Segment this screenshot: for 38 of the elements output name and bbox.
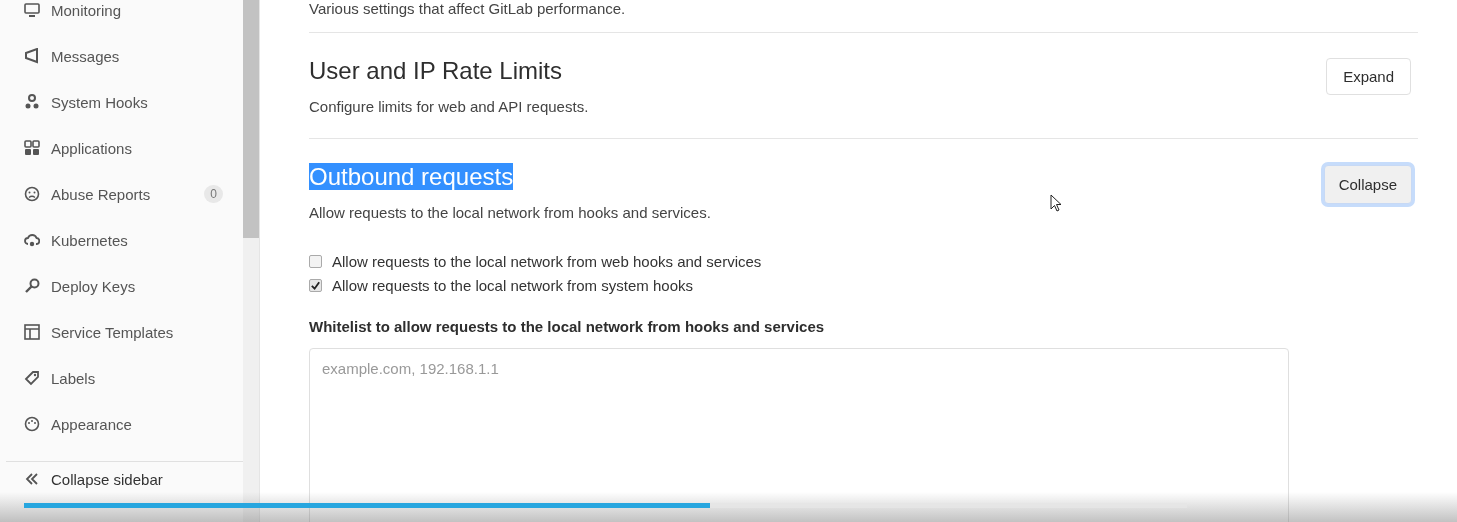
megaphone-icon <box>24 48 40 64</box>
key-icon <box>24 278 40 294</box>
expand-button[interactable]: Expand <box>1326 58 1411 95</box>
section-title: Outbound requests <box>309 162 515 192</box>
monitor-icon <box>24 2 40 18</box>
video-progress-bar[interactable] <box>24 503 1187 508</box>
sidebar-item[interactable]: Messages <box>6 33 243 79</box>
section-description: Configure limits for web and API requests. <box>309 97 589 117</box>
checkbox[interactable] <box>309 254 322 268</box>
sidebar-item[interactable]: Kubernetes <box>6 217 243 263</box>
field-label: Whitelist to allow requests to the local network from hooks and services <box>309 317 826 337</box>
checkbox[interactable] <box>309 278 322 292</box>
scrollbar-thumb[interactable] <box>243 0 259 238</box>
checkbox-label: Allow requests to the local network from system hooks <box>332 276 693 294</box>
mouse-pointer-icon <box>1050 194 1062 212</box>
collapse-button[interactable]: Collapse <box>1323 165 1412 204</box>
sad-face-icon <box>24 186 40 202</box>
layout-icon <box>24 324 40 340</box>
hook-icon <box>24 94 40 110</box>
tag-icon <box>24 370 40 386</box>
sidebar-item[interactable]: Service Templates <box>6 309 243 355</box>
sidebar-item[interactable]: Deploy Keys <box>6 263 243 309</box>
sidebar-item[interactable]: Appearance <box>6 401 243 447</box>
grid-icon <box>24 140 40 156</box>
sidebar-item[interactable]: System Hooks <box>6 79 243 125</box>
sidebar-item[interactable]: Applications <box>6 125 243 171</box>
count-badge: 0 <box>204 185 223 203</box>
section-title: User and IP Rate Limits <box>309 56 563 86</box>
section-description: Allow requests to the local network from hooks and services. <box>309 203 711 223</box>
sidebar-item[interactable]: Monitoring <box>6 0 243 33</box>
section-description: Various settings that affect GitLab performance. <box>309 0 1418 33</box>
cloud-gear-icon <box>24 232 40 248</box>
sidebar-item[interactable]: Abuse Reports 0 <box>6 171 243 217</box>
double-chevron-icon <box>24 471 40 487</box>
sidebar-item[interactable]: Labels <box>6 355 243 401</box>
palette-icon <box>24 416 40 432</box>
whitelist-field[interactable]: example.com, 192.168.1.1 <box>309 348 1289 522</box>
checkbox-label: Allow requests to the local network from web hooks and services <box>332 252 762 270</box>
